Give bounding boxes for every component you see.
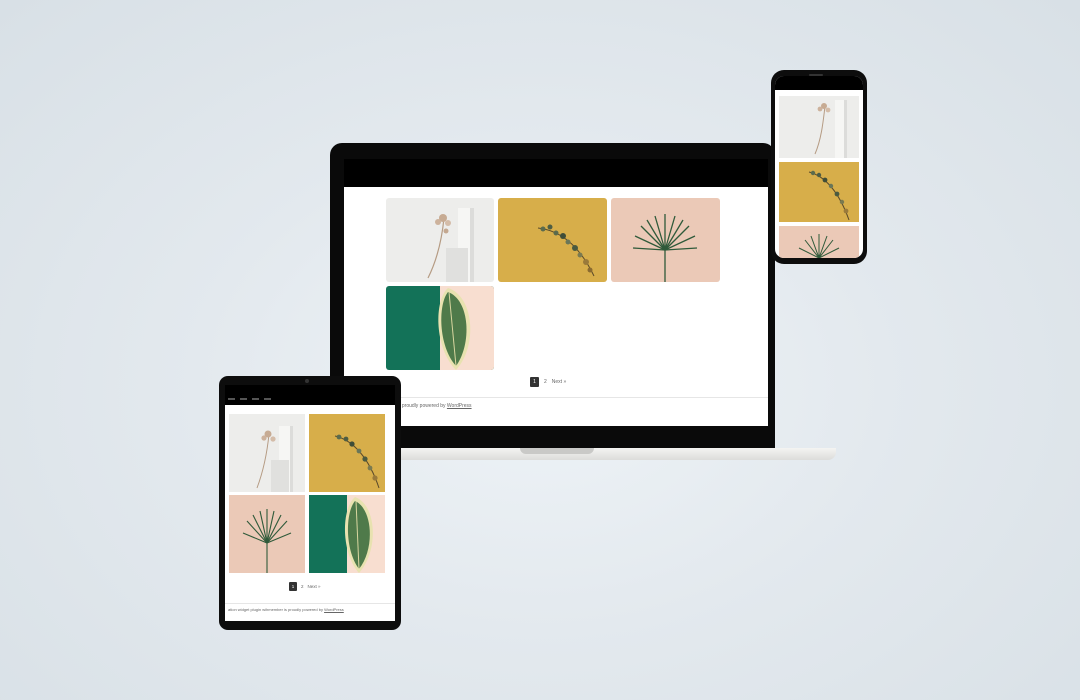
gallery-image-palm-leaf[interactable] (611, 198, 720, 282)
site-header (344, 159, 768, 187)
eucalyptus-graphic (808, 170, 850, 221)
site-header (225, 385, 395, 405)
palm-leaf-graphic (798, 234, 840, 258)
tablet-image-dried-flower[interactable] (229, 414, 305, 492)
site-footer: s proudly powered by WordPress (344, 397, 768, 413)
tablet-nav (228, 398, 271, 400)
footer-wordpress-link[interactable]: WordPress (324, 607, 344, 612)
gallery-image-ficus-leaf[interactable] (386, 286, 494, 370)
dried-flower-graphic (427, 208, 474, 282)
phone-speaker (809, 74, 823, 76)
tablet-image-palm-leaf[interactable] (229, 495, 305, 573)
tablet-screen: 1 2 Next » ation widget plugin wihmember… (225, 385, 395, 621)
footer-wordpress-link[interactable]: WordPress (447, 403, 472, 409)
ficus-leaf-graphic (438, 286, 494, 370)
footer-text: s proudly powered by (398, 403, 447, 409)
pagination: 1 2 Next » (289, 582, 321, 591)
palm-leaf-graphic (242, 509, 292, 573)
pagination-next[interactable]: Next » (308, 584, 321, 589)
pagination: 1 2 Next » (530, 377, 566, 387)
gallery-image-dried-flower[interactable] (386, 198, 494, 282)
nav-item[interactable] (240, 398, 247, 400)
laptop-mockup: 1 2 Next » s proudly powered by WordPres… (330, 143, 836, 463)
gallery-grid (386, 198, 720, 370)
pagination-page-2[interactable]: 2 (544, 379, 547, 385)
palm-leaf-graphic (632, 214, 698, 282)
pagination-current[interactable]: 1 (530, 377, 539, 387)
eucalyptus-graphic (334, 434, 380, 489)
tablet-image-eucalyptus[interactable] (309, 414, 385, 492)
pagination-next[interactable]: Next » (552, 379, 566, 385)
laptop-screen: 1 2 Next » s proudly powered by WordPres… (344, 159, 768, 426)
pagination-page-2[interactable]: 2 (301, 584, 304, 589)
ficus-leaf-graphic (344, 495, 385, 573)
dried-flower-graphic (814, 100, 847, 158)
laptop-notch (520, 448, 594, 454)
tablet-image-ficus-leaf[interactable] (309, 495, 385, 573)
phone-image-dried-flower[interactable] (779, 96, 859, 158)
phone-mockup (771, 70, 867, 264)
footer-text: ation widget plugin wihmember is proudly… (228, 607, 325, 612)
dried-flower-graphic (256, 426, 293, 492)
site-footer: ation widget plugin wihmember is proudly… (225, 603, 395, 615)
nav-item[interactable] (228, 398, 235, 400)
nav-item[interactable] (264, 398, 271, 400)
tablet-camera (305, 379, 309, 383)
phone-image-eucalyptus[interactable] (779, 162, 859, 222)
tablet-mockup: 1 2 Next » ation widget plugin wihmember… (219, 376, 401, 630)
phone-screen (775, 76, 863, 258)
nav-item[interactable] (252, 398, 259, 400)
eucalyptus-graphic (537, 224, 595, 277)
phone-status-bar (775, 76, 863, 90)
phone-image-palm-leaf[interactable] (779, 226, 859, 258)
pagination-current[interactable]: 1 (289, 582, 297, 591)
gallery-image-eucalyptus[interactable] (498, 198, 607, 282)
